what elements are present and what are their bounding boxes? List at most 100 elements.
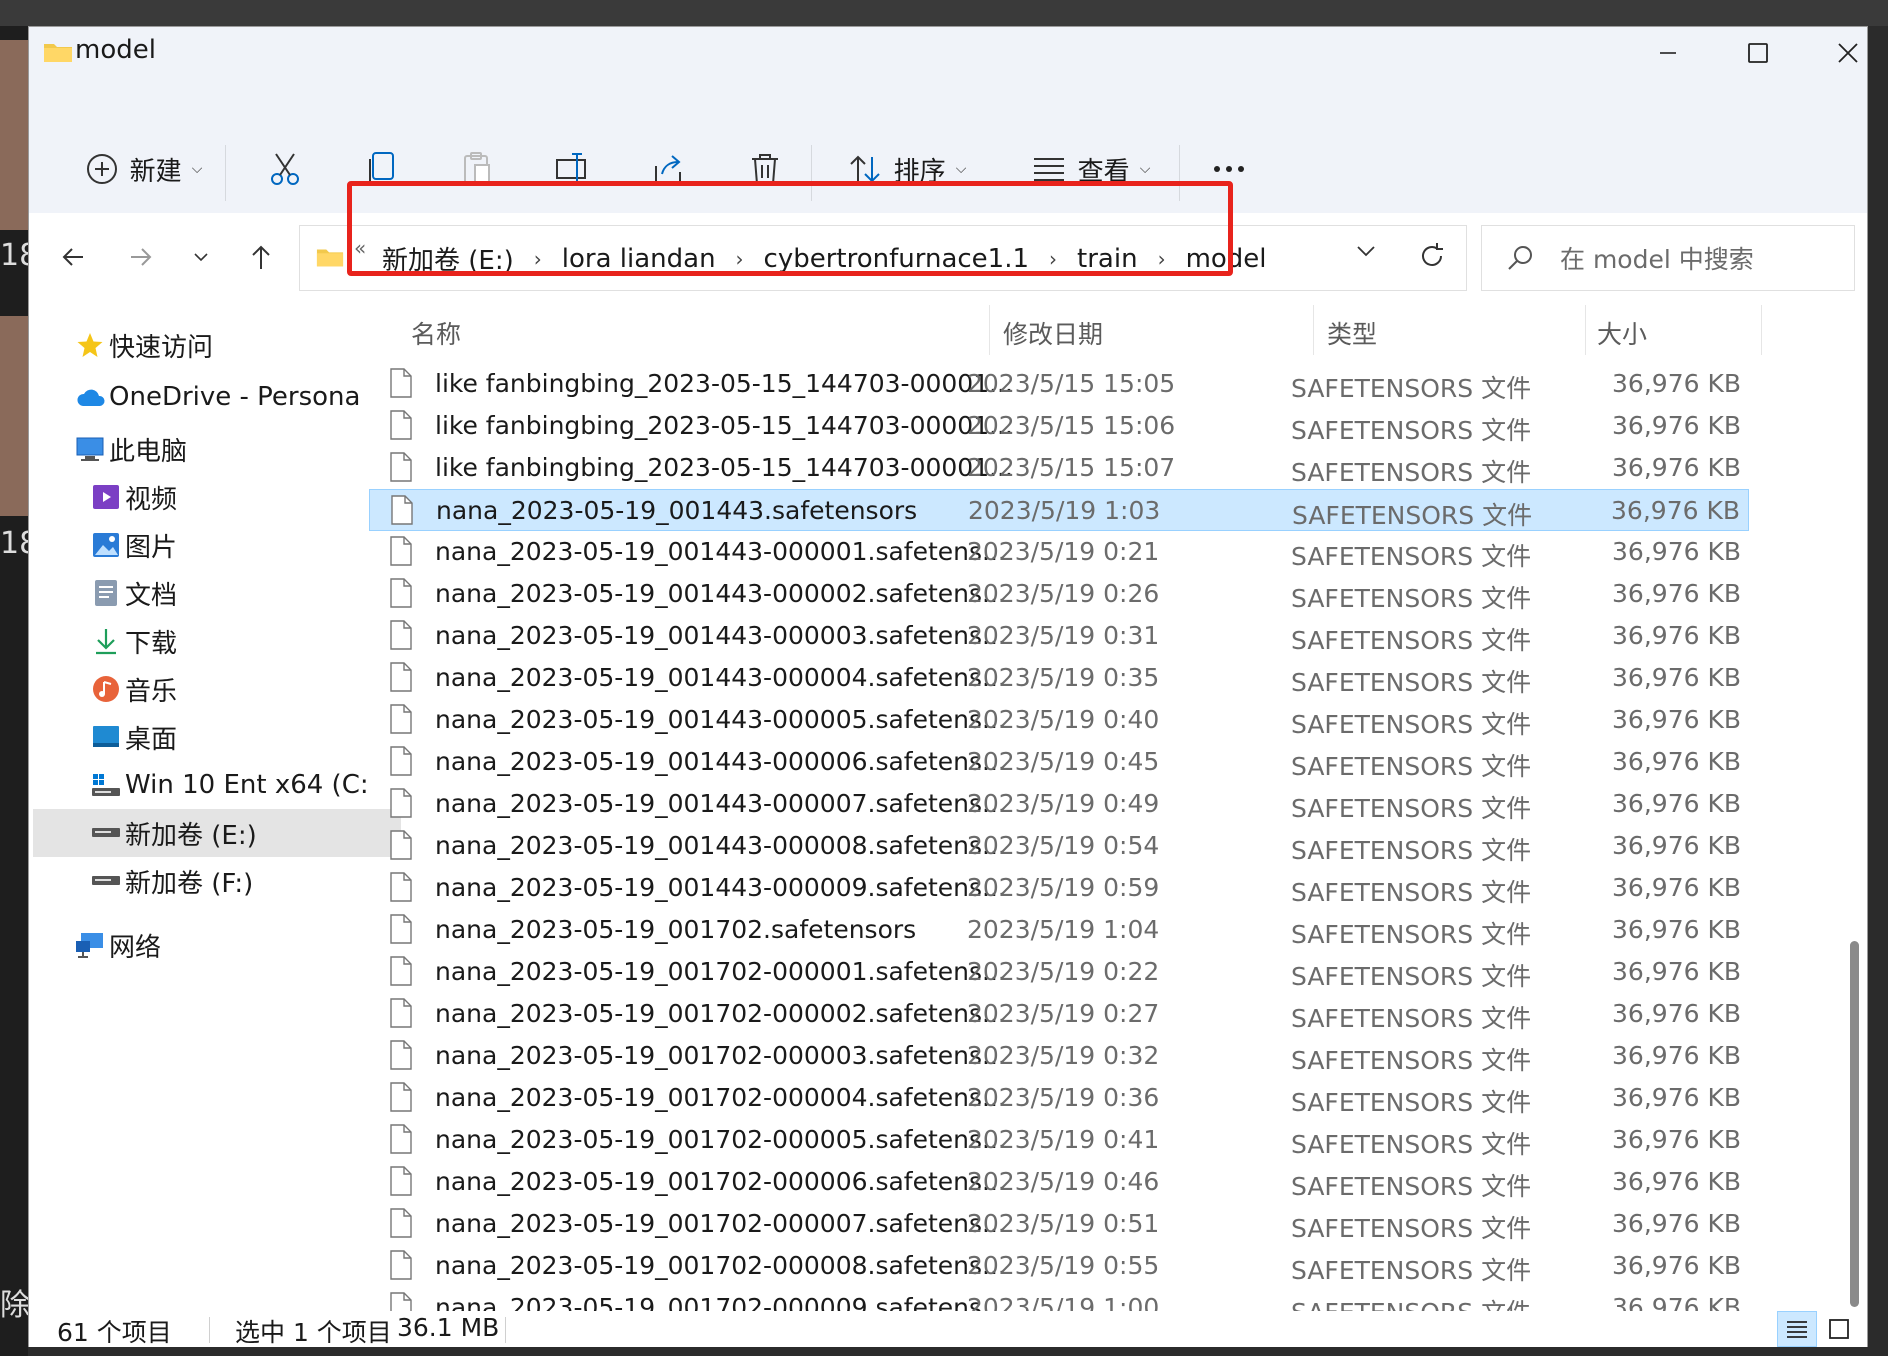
file-row[interactable]: nana_2023-05-19_001702-000006.safetens..… bbox=[369, 1161, 1749, 1203]
address-bar[interactable]: « 新加卷 (E:) › lora liandan › cybertronfur… bbox=[299, 225, 1467, 291]
file-row[interactable]: nana_2023-05-19_001443-000009.safetens..… bbox=[369, 867, 1749, 909]
file-row[interactable]: nana_2023-05-19_001702-000002.safetens..… bbox=[369, 993, 1749, 1035]
file-row[interactable]: like fanbingbing_2023-05-15_144703-00001… bbox=[369, 405, 1749, 447]
chevron-right-icon[interactable]: › bbox=[736, 247, 744, 271]
recent-locations-button[interactable] bbox=[179, 235, 223, 279]
more-options-button[interactable] bbox=[1199, 139, 1259, 199]
back-button[interactable] bbox=[51, 235, 95, 279]
file-size: 36,976 KB bbox=[1612, 1209, 1741, 1238]
file-row[interactable]: nana_2023-05-19_001702-000005.safetens..… bbox=[369, 1119, 1749, 1161]
sidebar-item-desktop[interactable]: 桌面 bbox=[29, 713, 403, 761]
column-header-type[interactable]: 类型 bbox=[1327, 315, 1377, 351]
minimize-button[interactable] bbox=[1623, 27, 1713, 79]
copy-button[interactable] bbox=[351, 139, 411, 199]
window-title: model bbox=[75, 35, 156, 65]
breadcrumb-item[interactable]: model bbox=[1186, 244, 1267, 274]
forward-button[interactable] bbox=[119, 235, 163, 279]
breadcrumb-item[interactable]: train bbox=[1077, 244, 1138, 274]
view-button[interactable]: 查看 ⌵ bbox=[1017, 139, 1165, 199]
delete-button[interactable] bbox=[735, 139, 795, 199]
minimize-icon bbox=[1660, 52, 1676, 54]
sidebar-item-drive-c[interactable]: Win 10 Ent x64 (C: bbox=[29, 761, 403, 809]
file-row[interactable]: nana_2023-05-19_001702-000003.safetens..… bbox=[369, 1035, 1749, 1077]
column-divider[interactable] bbox=[1761, 305, 1762, 355]
file-name: nana_2023-05-19_001443-000004.safetens..… bbox=[435, 663, 1006, 692]
selection-count: 选中 1 个项目 bbox=[235, 1318, 392, 1347]
column-header-size[interactable]: 大小 bbox=[1597, 315, 1647, 351]
file-row[interactable]: nana_2023-05-19_001702.safetensors 2023/5… bbox=[369, 909, 1749, 951]
sidebar-item-network[interactable]: 网络 bbox=[29, 921, 387, 969]
sidebar-item-documents[interactable]: 文档 bbox=[29, 569, 403, 617]
file-modified-date: 2023/5/15 15:05 bbox=[967, 369, 1176, 398]
search-box[interactable]: 在 model 中搜索 bbox=[1481, 225, 1855, 291]
file-modified-date: 2023/5/19 0:31 bbox=[967, 621, 1160, 650]
file-row[interactable]: nana_2023-05-19_001443-000003.safetens..… bbox=[369, 615, 1749, 657]
up-button[interactable] bbox=[239, 235, 283, 279]
column-divider[interactable] bbox=[1585, 305, 1586, 355]
breadcrumb-item[interactable]: lora liandan bbox=[562, 244, 716, 274]
breadcrumb-item[interactable]: 新加卷 (E:) bbox=[382, 240, 514, 277]
file-row[interactable]: nana_2023-05-19_001702-000008.safetens..… bbox=[369, 1245, 1749, 1287]
new-button[interactable]: 新建 ⌵ bbox=[69, 139, 219, 199]
file-row[interactable]: nana_2023-05-19_001443-000005.safetens..… bbox=[369, 699, 1749, 741]
sidebar-item-drive-e[interactable]: 新加卷 (E:) bbox=[33, 809, 401, 857]
file-row[interactable]: like fanbingbing_2023-05-15_144703-00001… bbox=[369, 447, 1749, 489]
title-bar[interactable]: model bbox=[29, 27, 1867, 79]
file-row[interactable]: nana_2023-05-19_001443.safetensors 2023/5… bbox=[369, 489, 1749, 531]
file-row[interactable]: nana_2023-05-19_001443-000006.safetens..… bbox=[369, 741, 1749, 783]
file-row[interactable]: nana_2023-05-19_001443-000004.safetens..… bbox=[369, 657, 1749, 699]
copy-icon bbox=[369, 152, 394, 184]
cut-button[interactable] bbox=[255, 139, 315, 199]
file-icon bbox=[390, 704, 412, 734]
file-row[interactable]: nana_2023-05-19_001443-000002.safetens..… bbox=[369, 573, 1749, 615]
file-modified-date: 2023/5/19 0:45 bbox=[967, 747, 1160, 776]
maximize-icon bbox=[1748, 43, 1768, 63]
vertical-scrollbar[interactable] bbox=[1847, 301, 1861, 1327]
sidebar-item-downloads[interactable]: 下载 bbox=[29, 617, 403, 665]
chevron-right-icon[interactable]: › bbox=[1049, 247, 1057, 271]
refresh-icon[interactable] bbox=[1418, 242, 1446, 270]
maximize-button[interactable] bbox=[1713, 27, 1803, 79]
file-size: 36,976 KB bbox=[1612, 789, 1741, 818]
sidebar-item-drive-f[interactable]: 新加卷 (F:) bbox=[29, 857, 403, 905]
details-view-button[interactable] bbox=[1777, 1311, 1817, 1347]
file-row[interactable]: nana_2023-05-19_001702-000007.safetens..… bbox=[369, 1203, 1749, 1245]
file-row[interactable]: nana_2023-05-19_001443-000007.safetens..… bbox=[369, 783, 1749, 825]
breadcrumb-item[interactable]: cybertronfurnace1.1 bbox=[764, 244, 1029, 274]
paste-button[interactable] bbox=[447, 139, 507, 199]
sidebar-item-videos[interactable]: 视频 bbox=[29, 473, 403, 521]
breadcrumb-overflow-icon[interactable]: « bbox=[354, 236, 366, 260]
more-icon bbox=[1214, 166, 1244, 172]
file-row[interactable]: nana_2023-05-19_001702-000004.safetens..… bbox=[369, 1077, 1749, 1119]
chevron-right-icon[interactable]: › bbox=[1158, 247, 1166, 271]
close-button[interactable] bbox=[1803, 27, 1888, 79]
file-size: 36,976 KB bbox=[1612, 453, 1741, 482]
sidebar-item-pictures[interactable]: 图片 bbox=[29, 521, 403, 569]
chevron-right-icon[interactable]: › bbox=[534, 247, 542, 271]
column-divider[interactable] bbox=[989, 305, 990, 355]
sidebar-item-onedrive[interactable]: OneDrive - Persona bbox=[29, 373, 387, 421]
file-type: SAFETENSORS 文件 bbox=[1291, 1256, 1532, 1285]
scrollbar-thumb[interactable] bbox=[1850, 941, 1859, 1307]
file-row[interactable]: nana_2023-05-19_001443-000001.safetens..… bbox=[369, 531, 1749, 573]
file-type: SAFETENSORS 文件 bbox=[1291, 584, 1532, 613]
sidebar-item-this-pc[interactable]: 此电脑 bbox=[29, 425, 387, 473]
file-row[interactable]: nana_2023-05-19_001702-000001.safetens..… bbox=[369, 951, 1749, 993]
sidebar-item-quick-access[interactable]: 快速访问 bbox=[29, 321, 387, 369]
tiles-view-button[interactable] bbox=[1819, 1311, 1859, 1347]
share-button[interactable] bbox=[639, 139, 699, 199]
sort-button[interactable]: 排序 ⌵ bbox=[837, 139, 977, 199]
file-name: nana_2023-05-19_001443.safetensors bbox=[436, 496, 918, 525]
file-modified-date: 2023/5/19 0:36 bbox=[967, 1083, 1160, 1112]
file-row[interactable]: nana_2023-05-19_001443-000008.safetens..… bbox=[369, 825, 1749, 867]
file-icon bbox=[391, 495, 413, 525]
address-dropdown-icon[interactable] bbox=[1356, 244, 1376, 258]
windows-drive-icon bbox=[91, 770, 121, 800]
column-header-date[interactable]: 修改日期 bbox=[1003, 315, 1103, 351]
rename-button[interactable] bbox=[543, 139, 603, 199]
column-header-name[interactable]: 名称 bbox=[411, 315, 461, 351]
column-divider[interactable] bbox=[1313, 305, 1314, 355]
file-name: like fanbingbing_2023-05-15_144703-00001… bbox=[435, 453, 1013, 482]
file-row[interactable]: like fanbingbing_2023-05-15_144703-00001… bbox=[369, 363, 1749, 405]
sidebar-item-music[interactable]: 音乐 bbox=[29, 665, 403, 713]
